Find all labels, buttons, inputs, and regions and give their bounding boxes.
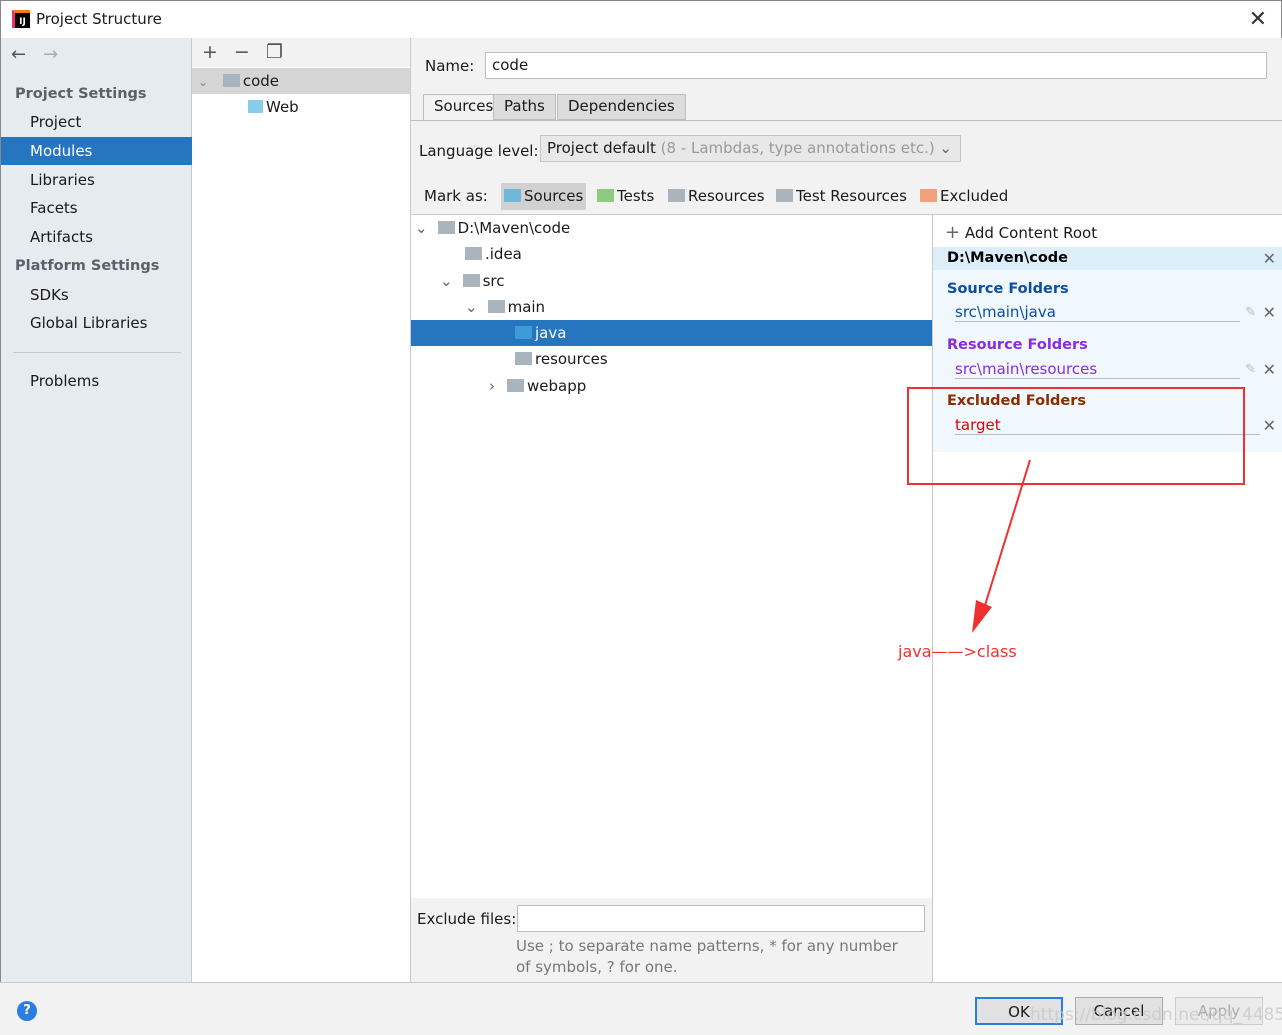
name-label: Name:	[425, 57, 475, 75]
tree-node-webapp[interactable]: › webapp	[411, 373, 932, 399]
remove-excluded-icon[interactable]: ✕	[1263, 416, 1276, 435]
tree-node-resources[interactable]: resources	[411, 346, 932, 372]
window-title: Project Structure	[36, 10, 162, 28]
copy-icon[interactable]: ❐	[266, 41, 283, 63]
test-resources-folder-icon	[776, 189, 793, 202]
section-project-settings: Project Settings	[15, 86, 147, 102]
remove-root-icon[interactable]: ✕	[1263, 249, 1276, 268]
edit-pencil-icon[interactable]: ✎	[1245, 305, 1256, 320]
sidebar-item-libraries[interactable]: Libraries	[1, 166, 192, 194]
tree-node-idea[interactable]: .idea	[411, 241, 932, 267]
sidebar-item-artifacts[interactable]: Artifacts	[1, 223, 192, 251]
tests-folder-icon	[597, 189, 614, 202]
sidebar-item-problems[interactable]: Problems	[1, 367, 192, 395]
sidebar-item-project[interactable]: Project	[1, 108, 192, 136]
tree-node-src[interactable]: ⌄ src	[411, 268, 932, 294]
annotation-arrow	[972, 459, 1031, 633]
mark-as-label: Mark as:	[424, 187, 488, 205]
remove-icon[interactable]: −	[234, 41, 250, 63]
resource-folder-path[interactable]: src\main\resources	[955, 360, 1240, 379]
module-folder-icon	[222, 74, 240, 87]
mark-excluded-button[interactable]: Excluded	[917, 183, 1011, 210]
chevron-down-icon[interactable]: ⌄	[198, 75, 208, 89]
remove-resource-icon[interactable]: ✕	[1263, 360, 1276, 379]
plus-icon: +	[945, 222, 961, 243]
annotation-note: java——>class	[898, 642, 1017, 661]
exclude-files-hint: Use ; to separate name patterns, * for a…	[516, 937, 898, 976]
intellij-logo-icon: IJ	[12, 10, 30, 28]
directory-tree: ⌄ D:\Maven\code .idea ⌄ src ⌄ main java res…	[411, 214, 932, 898]
language-level-label: Language level:	[419, 142, 539, 160]
web-facet-icon	[248, 100, 263, 113]
watermark: https://blog.csdn.net/qq_44853882	[1030, 1005, 1282, 1025]
content-root-path: D:\Maven\code	[947, 250, 1069, 266]
tree-node-java[interactable]: java	[411, 320, 932, 346]
add-icon[interactable]: +	[202, 41, 218, 63]
mark-sources-button[interactable]: Sources	[501, 183, 587, 210]
mark-test-resources-button[interactable]: Test Resources	[773, 183, 910, 210]
annotation-highlight-box	[907, 387, 1245, 485]
tab-dependencies[interactable]: Dependencies	[557, 94, 686, 120]
language-level-select[interactable]: Project default (8 - Lambdas, type annot…	[540, 135, 961, 162]
source-folders-title: Source Folders	[947, 281, 1069, 297]
sidebar-item-global-libraries[interactable]: Global Libraries	[1, 309, 192, 337]
remove-source-icon[interactable]: ✕	[1263, 303, 1276, 322]
source-folder-path[interactable]: src\main\java	[955, 303, 1240, 322]
resources-folder-icon	[668, 189, 685, 202]
tab-paths[interactable]: Paths	[493, 94, 556, 120]
module-list: + − ❐ ⌄ code Web	[192, 38, 411, 982]
dialog-footer: ? OK Cancel Apply https://blog.csdn.net/…	[0, 982, 1282, 1035]
sidebar: ← → Project Settings Project Modules Lib…	[0, 38, 192, 982]
tree-node-root[interactable]: ⌄ D:\Maven\code	[411, 215, 932, 241]
title-bar: IJ Project Structure ✕	[0, 0, 1282, 38]
language-level-hint: (8 - Lambdas, type annotations etc.)	[660, 139, 935, 157]
tree-node-main[interactable]: ⌄ main	[411, 294, 932, 320]
section-platform-settings: Platform Settings	[15, 258, 160, 274]
back-arrow-icon[interactable]: ←	[11, 44, 26, 65]
module-item-code[interactable]: ⌄ code	[192, 68, 410, 94]
divider	[411, 120, 1282, 121]
exclude-files-input[interactable]	[517, 905, 925, 932]
sidebar-item-sdks[interactable]: SDKs	[1, 281, 192, 309]
help-icon[interactable]: ?	[17, 1001, 37, 1021]
mark-tests-button[interactable]: Tests	[594, 183, 657, 210]
exclude-files-label: Exclude files:	[417, 910, 517, 928]
module-editor: Name: code Sources Paths Dependencies La…	[411, 38, 1282, 982]
sources-folder-icon	[504, 189, 521, 202]
excluded-folder-icon	[920, 189, 937, 202]
forward-arrow-icon[interactable]: →	[43, 44, 58, 65]
mark-resources-button[interactable]: Resources	[665, 183, 768, 210]
divider	[13, 352, 181, 353]
language-level-value: Project default	[547, 139, 656, 157]
chevron-down-icon: ⌄	[939, 139, 952, 157]
sidebar-item-facets[interactable]: Facets	[1, 194, 192, 222]
close-icon[interactable]: ✕	[1249, 7, 1267, 32]
edit-pencil-icon[interactable]: ✎	[1245, 362, 1256, 377]
name-input[interactable]: code	[485, 52, 1267, 79]
resource-folders-title: Resource Folders	[947, 337, 1088, 353]
sidebar-item-modules[interactable]: Modules	[1, 137, 192, 165]
add-content-root-button[interactable]: + Add Content Root	[945, 222, 1097, 243]
facet-item-web[interactable]: Web	[192, 94, 410, 120]
